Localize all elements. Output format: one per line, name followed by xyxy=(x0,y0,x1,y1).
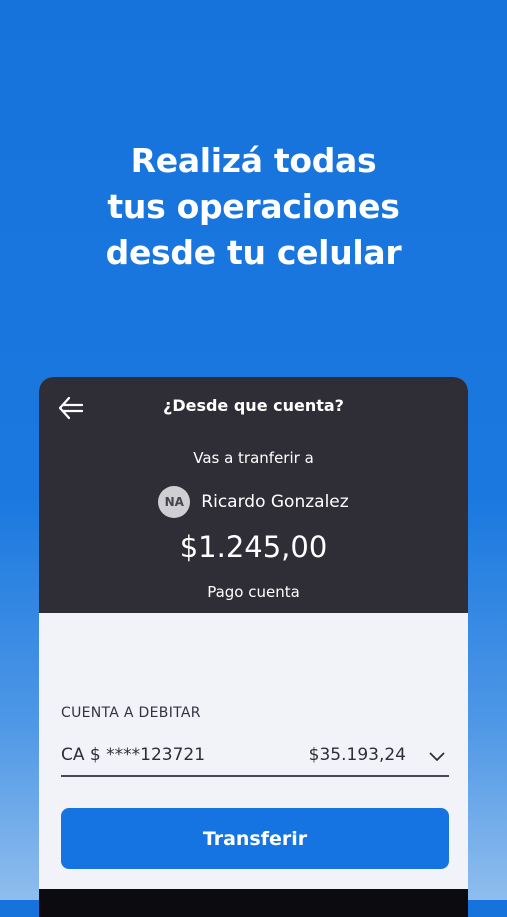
transfer-to-label: Vas a tranferir a xyxy=(193,449,314,467)
transfer-card: ¿Desde que cuenta? Vas a tranferir a NA … xyxy=(39,377,468,917)
transfer-button[interactable]: Transferir xyxy=(61,808,449,869)
chevron-down-icon[interactable] xyxy=(429,747,445,761)
bottom-bar xyxy=(39,889,468,917)
headline-line-3: desde tu celular xyxy=(105,233,402,272)
transfer-summary-header: ¿Desde que cuenta? Vas a tranferir a NA … xyxy=(39,377,468,613)
promo-headline: Realizá todas tus operaciones desde tu c… xyxy=(0,138,507,276)
headline-line-1: Realizá todas xyxy=(130,141,377,180)
recipient-name: Ricardo Gonzalez xyxy=(201,492,349,512)
avatar: NA xyxy=(158,486,191,518)
headline-line-2: tus operaciones xyxy=(107,187,400,226)
debit-account-select[interactable]: CA $ ****123721 $35.193,24 xyxy=(61,739,449,777)
transfer-amount: $1.245,00 xyxy=(179,530,328,564)
transfer-concept: Pago cuenta xyxy=(207,583,300,601)
recipient: NA Ricardo Gonzalez xyxy=(39,486,468,518)
screen-title: ¿Desde que cuenta? xyxy=(163,396,344,415)
account-number: CA $ ****123721 xyxy=(61,745,206,765)
account-balance: $35.193,24 xyxy=(308,745,406,765)
debit-account-label: CUENTA A DEBITAR xyxy=(61,705,201,721)
